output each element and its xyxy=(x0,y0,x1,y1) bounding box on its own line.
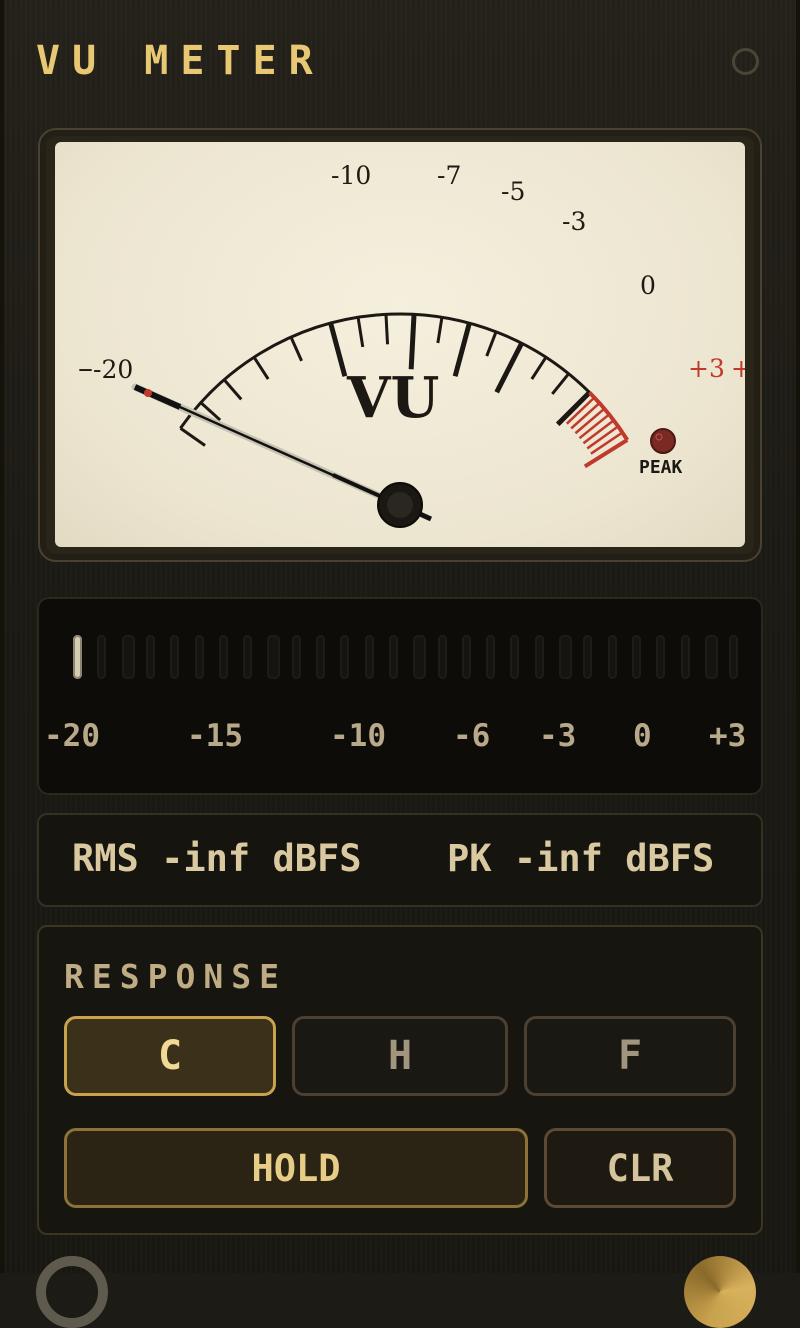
scale-label-minus-20: –-20 xyxy=(78,351,133,386)
level-readout: RMS -inf dBFS PK -inf dBFS xyxy=(37,813,763,907)
clear-button[interactable]: CLR xyxy=(544,1128,736,1208)
left-knob[interactable] xyxy=(36,1256,108,1328)
hold-button[interactable]: HOLD xyxy=(64,1128,528,1208)
bargraph-segment xyxy=(729,635,739,679)
bargraph-segment xyxy=(461,635,471,679)
scale-tick xyxy=(530,356,548,380)
bargraph-segment xyxy=(145,635,155,679)
peak-label: PEAK xyxy=(639,457,683,478)
scale-tick xyxy=(179,427,206,447)
bargraph-segment xyxy=(656,635,666,679)
response-c-button[interactable]: C xyxy=(64,1016,276,1096)
bargraph-segment xyxy=(170,635,180,679)
bargraph-segment xyxy=(680,635,690,679)
scale-tick xyxy=(551,372,570,395)
response-h-button[interactable]: H xyxy=(292,1016,508,1096)
bargraph-segment xyxy=(631,635,641,679)
bargraph-segment xyxy=(267,635,281,679)
bargraph-segment xyxy=(388,635,398,679)
bar-label-minus-3: -3 xyxy=(539,718,577,754)
bar-label-minus-10: -10 xyxy=(330,718,386,754)
scale-tick xyxy=(356,317,365,348)
scale-tick xyxy=(328,322,348,377)
peak-readout: PK -inf dBFS xyxy=(447,837,715,880)
bargraph-segment xyxy=(510,635,520,679)
scale-tick xyxy=(452,322,472,377)
bargraph-segment xyxy=(364,635,374,679)
rms-readout: RMS -inf dBFS xyxy=(72,837,362,880)
bargraph-segment xyxy=(291,635,301,679)
bargraph-segment xyxy=(218,635,228,679)
right-knob[interactable] xyxy=(684,1256,756,1328)
scale-tick xyxy=(408,314,417,370)
scale-tick xyxy=(485,331,498,357)
needle-pivot-cap xyxy=(387,492,413,518)
scale-tick xyxy=(252,356,270,380)
bargraph-segment xyxy=(340,635,350,679)
app-title: VU METER xyxy=(36,38,325,84)
scale-tick xyxy=(384,314,390,345)
scale-label-minus-7: -7 xyxy=(437,161,461,190)
response-f-button[interactable]: F xyxy=(524,1016,736,1096)
bargraph-segment xyxy=(121,635,135,679)
bar-label-minus-6: -6 xyxy=(453,718,491,754)
bargraph-segment xyxy=(194,635,204,679)
bar-label-zero: 0 xyxy=(633,718,652,754)
vu-meter-dial: –-20 -10 -7 -5 -3 0 +3 + VU PEAK xyxy=(78,161,745,528)
bargraph-segment xyxy=(607,635,617,679)
scale-label-plus-3: +3 + xyxy=(688,354,745,383)
bargraph-segment xyxy=(243,635,253,679)
bar-label-plus-3: +3 xyxy=(709,718,747,754)
bar-label-minus-15: -15 xyxy=(187,718,243,754)
scale-label-minus-3: -3 xyxy=(562,207,586,236)
bargraph-segment xyxy=(559,635,572,679)
vu-center-label: VU xyxy=(346,365,439,431)
response-title: RESPONSE xyxy=(64,957,287,996)
power-ring-icon[interactable] xyxy=(732,48,759,75)
bargraph-segment xyxy=(73,635,82,679)
bargraph-segment xyxy=(316,635,325,679)
bargraph-segment xyxy=(437,635,447,679)
bar-label-minus-20: -20 xyxy=(44,718,100,754)
scale-tick xyxy=(436,317,444,344)
bargraph-segment xyxy=(534,635,544,679)
scale-tick xyxy=(223,378,243,401)
scale-label-minus-10: -10 xyxy=(331,161,371,190)
bargraph-segment xyxy=(583,635,593,679)
bargraph-segment xyxy=(486,635,496,679)
bargraph-panel xyxy=(37,597,763,795)
scale-label-zero: 0 xyxy=(640,271,656,300)
bargraph-segment xyxy=(413,635,427,679)
bargraph-segment xyxy=(97,635,107,679)
bargraph-segment xyxy=(704,635,718,679)
scale-label-minus-5: -5 xyxy=(501,177,525,206)
peak-led-icon xyxy=(650,428,676,454)
scale-tick xyxy=(289,336,303,362)
scale-tick xyxy=(494,342,524,394)
